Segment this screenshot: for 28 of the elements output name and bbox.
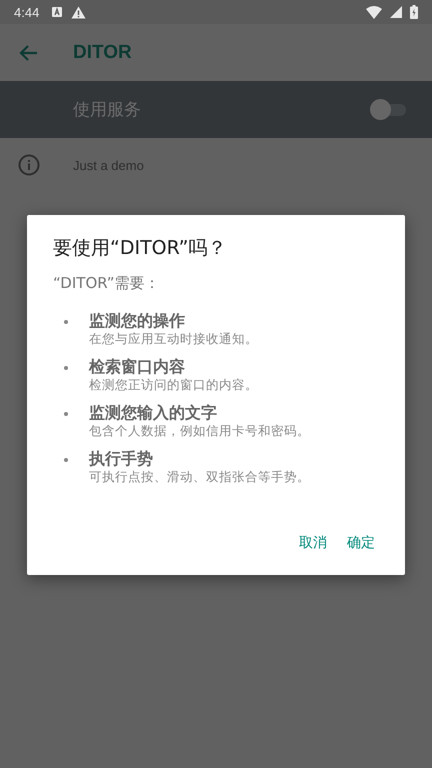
permission-description: 可执行点按、滑动、双指张合等手势。 — [89, 469, 310, 485]
permission-title: 监测您的操作 — [89, 311, 186, 331]
back-icon[interactable] — [19, 42, 39, 62]
wifi-icon — [366, 6, 382, 18]
status-time: 4:44 — [14, 4, 40, 20]
service-label: 使用服务 — [73, 99, 141, 121]
bullet-icon — [64, 320, 68, 324]
app-title: DITOR — [73, 42, 132, 64]
bullet-icon — [64, 458, 68, 462]
permission-description: 在您与应用互动时接收通知。 — [89, 331, 258, 347]
info-icon — [18, 154, 40, 176]
permission-title: 执行手势 — [89, 449, 154, 469]
service-row[interactable]: 使用服务 — [0, 81, 432, 138]
signal-icon — [390, 6, 402, 18]
bullet-icon — [64, 412, 68, 416]
permission-title: 检索窗口内容 — [89, 357, 186, 377]
warning-icon — [71, 6, 86, 18]
bullet-icon — [64, 366, 68, 370]
dialog-title: 要使用“DITOR”吗？ — [53, 236, 228, 261]
battery-icon — [410, 5, 418, 19]
confirm-button[interactable]: 确定 — [341, 526, 381, 560]
permission-title: 监测您输入的文字 — [89, 403, 218, 423]
notification-icon — [51, 6, 64, 18]
service-switch[interactable] — [370, 98, 406, 120]
dialog-subtitle: “DITOR”需要： — [53, 274, 160, 293]
permission-description: 检测您正访问的窗口的内容。 — [89, 377, 258, 393]
permission-description: 包含个人数据，例如信用卡号和密码。 — [89, 423, 310, 439]
cancel-button[interactable]: 取消 — [293, 526, 333, 560]
